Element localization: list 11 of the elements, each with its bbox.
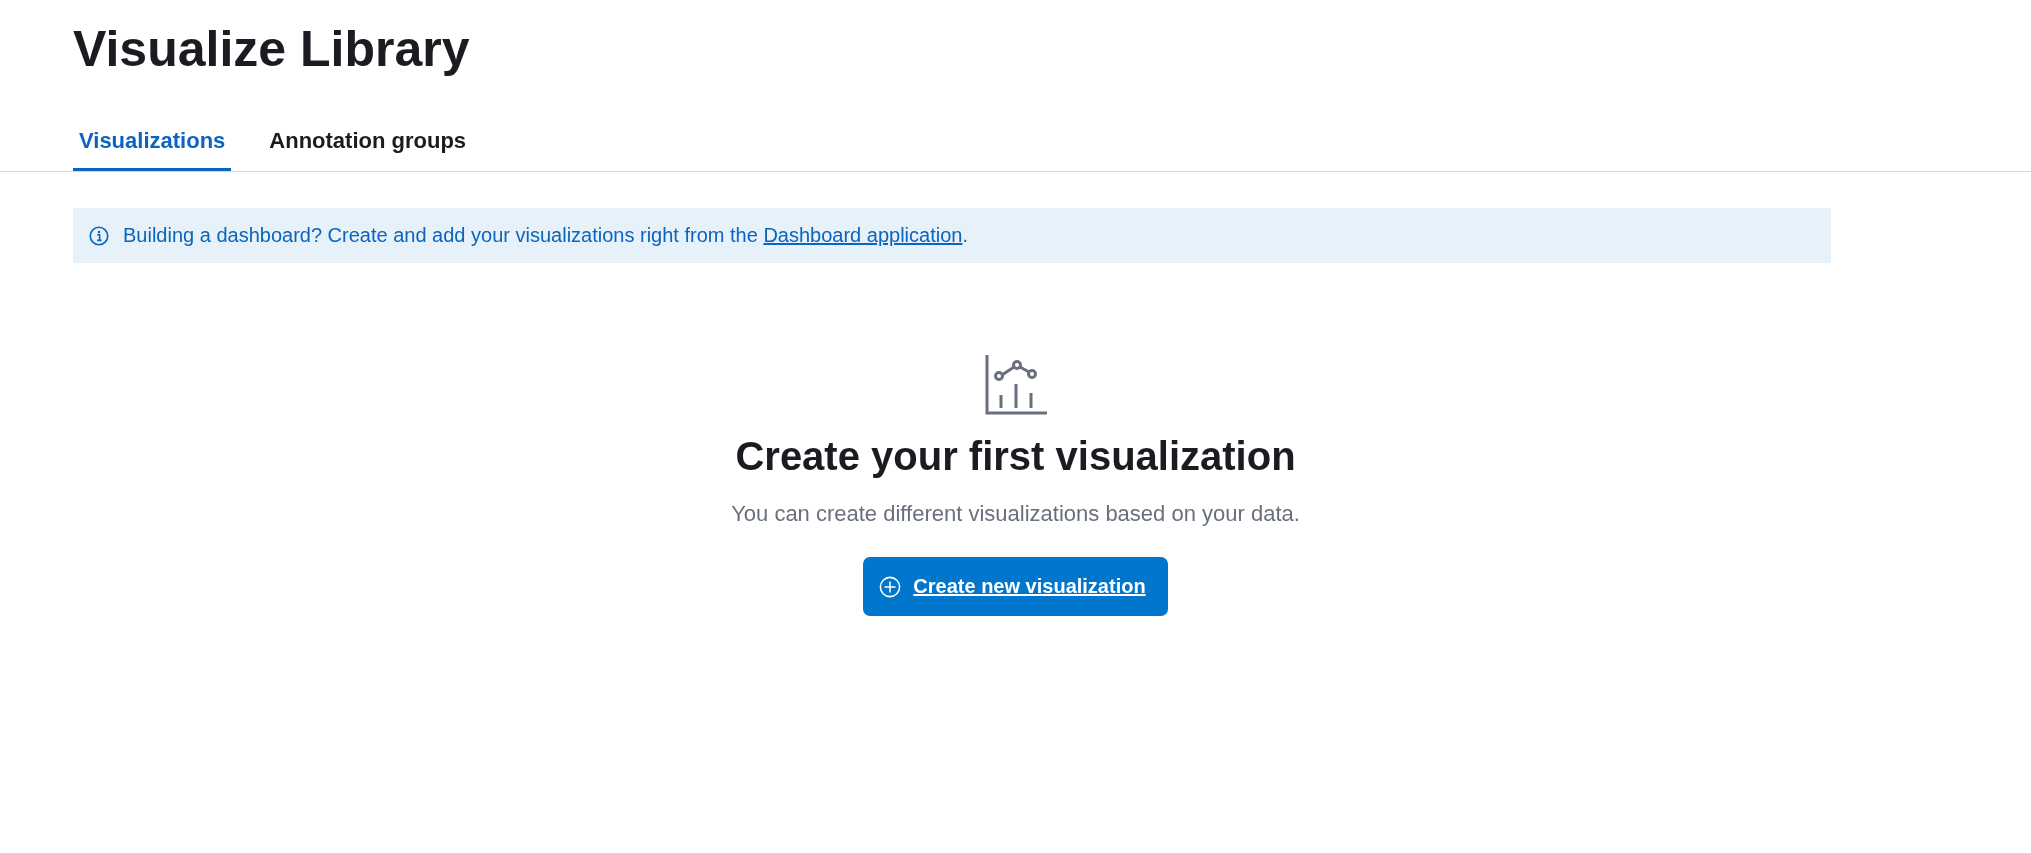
info-icon	[89, 225, 109, 246]
create-visualization-button[interactable]: Create new visualization	[863, 557, 1168, 616]
plus-circle-icon	[879, 575, 902, 598]
tab[interactable]: Annotation groups	[263, 116, 473, 171]
empty-state-description: You can create different visualizations based on your data.	[731, 501, 1300, 527]
callout-text: Building a dashboard? Create and add your visualizations right from the Dashboard application.	[123, 224, 968, 247]
dashboard-link[interactable]: Dashboard application	[763, 224, 963, 246]
tab[interactable]: Visualizations	[73, 116, 232, 171]
page-title: Visualize Library	[73, 20, 471, 78]
chart-icon	[984, 354, 1047, 416]
empty-state-heading: Create your first visualization	[735, 434, 1296, 479]
